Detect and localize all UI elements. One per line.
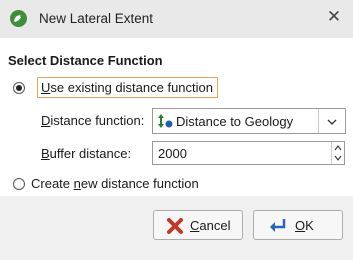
window-title: New Lateral Extent: [39, 11, 154, 26]
distance-function-icon: [157, 113, 173, 132]
select-divider: [318, 109, 319, 133]
chevron-down-icon[interactable]: [327, 116, 337, 130]
ok-button[interactable]: OK: [253, 210, 343, 240]
distance-function-label: Distance function:: [41, 113, 145, 128]
use-existing-radio[interactable]: [13, 82, 25, 94]
create-new-radio[interactable]: [13, 178, 25, 190]
buffer-distance-stepper[interactable]: [331, 142, 344, 164]
leapfrog-icon: [10, 10, 27, 27]
buffer-distance-input[interactable]: 2000: [152, 141, 345, 165]
cancel-label: Cancel: [190, 218, 231, 233]
button-bar: Cancel OK: [0, 196, 353, 260]
ok-label: OK: [295, 218, 314, 233]
cancel-button[interactable]: Cancel: [153, 210, 243, 240]
buffer-distance-label: Buffer distance:: [41, 146, 132, 161]
use-existing-label[interactable]: Use existing distance function: [41, 80, 213, 95]
section-title: Select Distance Function: [8, 53, 163, 68]
create-new-label[interactable]: Create new distance function: [31, 176, 199, 191]
cancel-x-icon: [166, 217, 184, 238]
buffer-distance-value: 2000: [158, 146, 187, 161]
distance-function-select[interactable]: Distance to Geology: [152, 108, 346, 134]
title-bar: New Lateral Extent ✕: [0, 0, 353, 38]
distance-function-value: Distance to Geology: [176, 114, 294, 129]
spin-down-icon[interactable]: [334, 155, 342, 161]
spin-up-icon[interactable]: [334, 145, 342, 151]
ok-arrow-icon: [268, 217, 288, 238]
close-icon[interactable]: ✕: [325, 8, 343, 26]
